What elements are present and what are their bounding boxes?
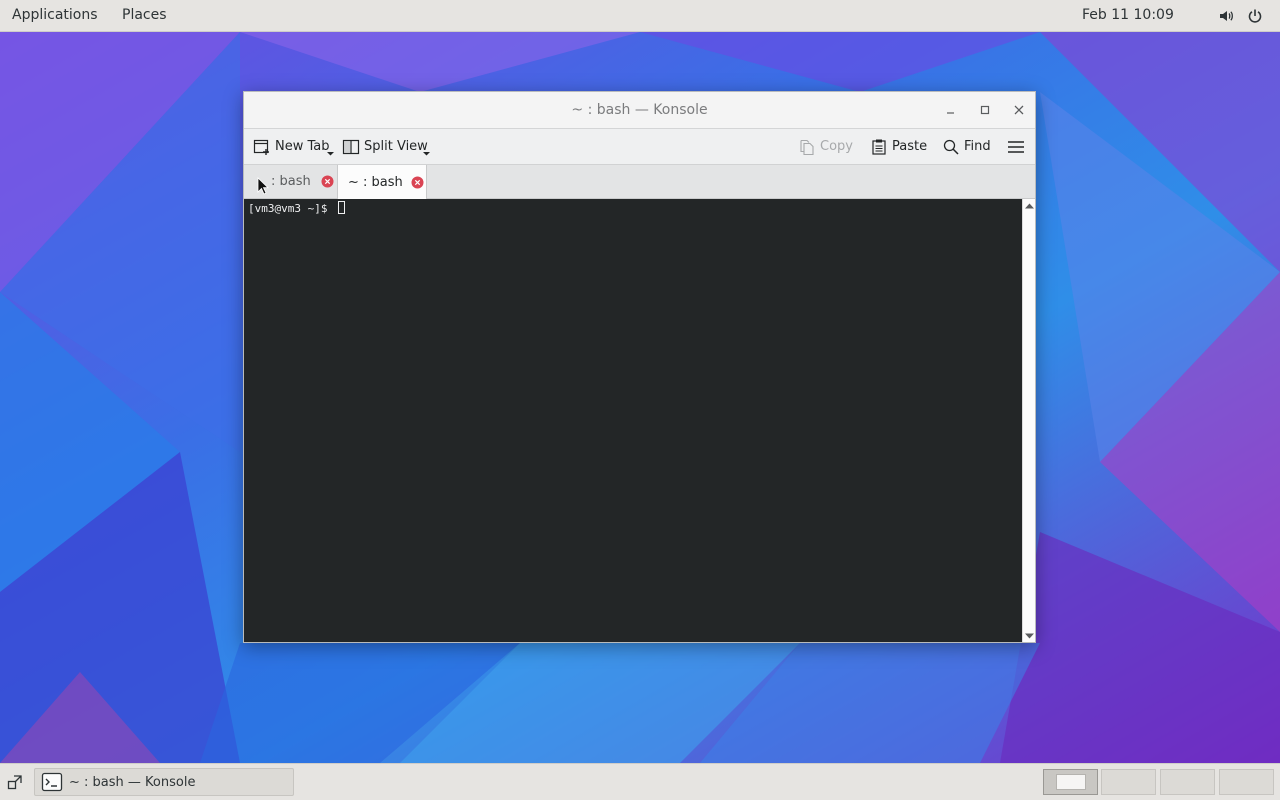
copy-label: Copy: [820, 139, 853, 154]
volume-icon[interactable]: [1218, 8, 1234, 24]
hamburger-menu-button[interactable]: [1007, 129, 1029, 164]
window-titlebar[interactable]: ~ : bash — Konsole: [244, 92, 1035, 129]
places-menu[interactable]: Places: [122, 0, 167, 31]
power-icon[interactable]: [1247, 8, 1263, 24]
terminal-icon: [41, 772, 63, 792]
hamburger-menu-icon: [1008, 140, 1024, 153]
split-view-label: Split View: [364, 139, 428, 154]
scroll-down-icon[interactable]: [1025, 633, 1034, 639]
konsole-window: ~ : bash — Konsole New Tab Split View Co…: [243, 91, 1036, 643]
terminal-scrollbar[interactable]: [1022, 199, 1035, 642]
close-icon[interactable]: [1011, 102, 1027, 118]
split-view-icon: [342, 139, 360, 154]
terminal-prompt: [vm3@vm3 ~]$: [248, 202, 335, 215]
window-title: ~ : bash — Konsole: [571, 102, 708, 118]
maximize-icon[interactable]: [977, 102, 993, 118]
workspace-1[interactable]: [1043, 769, 1098, 795]
find-button[interactable]: Find: [942, 129, 991, 164]
new-tab-button[interactable]: New Tab: [253, 129, 330, 164]
workspace-4[interactable]: [1219, 769, 1274, 795]
new-tab-dropdown-icon[interactable]: [327, 151, 334, 156]
mouse-pointer-icon: [257, 177, 269, 195]
tab-label: ~ : bash: [348, 174, 403, 190]
copy-button[interactable]: Copy: [798, 129, 853, 164]
tab-label: : bash: [271, 174, 311, 189]
applications-menu[interactable]: Applications: [12, 0, 98, 31]
terminal-area[interactable]: [vm3@vm3 ~]$: [244, 199, 1022, 642]
tab-bash-2[interactable]: ~ : bash: [337, 165, 427, 199]
tab-bar: : bash ~ : bash: [244, 165, 1035, 199]
paste-button[interactable]: Paste: [870, 129, 927, 164]
copy-icon: [800, 139, 814, 155]
workspace-3[interactable]: [1160, 769, 1215, 795]
clock[interactable]: Feb 11 10:09: [1082, 0, 1174, 31]
new-tab-icon: [253, 139, 269, 155]
close-tab-icon[interactable]: [411, 176, 424, 189]
split-view-button[interactable]: Split View: [342, 129, 428, 164]
workspace-window-thumbnail: [1056, 774, 1086, 790]
search-icon: [943, 139, 959, 155]
find-label: Find: [964, 139, 991, 154]
scroll-up-icon[interactable]: [1025, 203, 1034, 209]
paste-icon: [872, 139, 886, 155]
paste-label: Paste: [892, 139, 928, 154]
close-tab-icon[interactable]: [321, 175, 334, 188]
bottom-panel: ~ : bash — Konsole: [0, 763, 1280, 800]
workspace-2[interactable]: [1101, 769, 1156, 795]
taskbar-task-label: ~ : bash — Konsole: [69, 774, 196, 790]
split-view-dropdown-icon[interactable]: [423, 151, 430, 156]
minimize-icon[interactable]: [943, 102, 959, 118]
new-tab-label: New Tab: [275, 139, 330, 154]
top-panel: Applications Places Feb 11 10:09: [0, 0, 1280, 32]
taskbar-konsole-button[interactable]: ~ : bash — Konsole: [34, 768, 294, 796]
show-desktop-icon[interactable]: [6, 773, 24, 791]
toolbar: New Tab Split View Copy Paste Find: [244, 129, 1035, 165]
terminal-cursor: [338, 201, 345, 214]
